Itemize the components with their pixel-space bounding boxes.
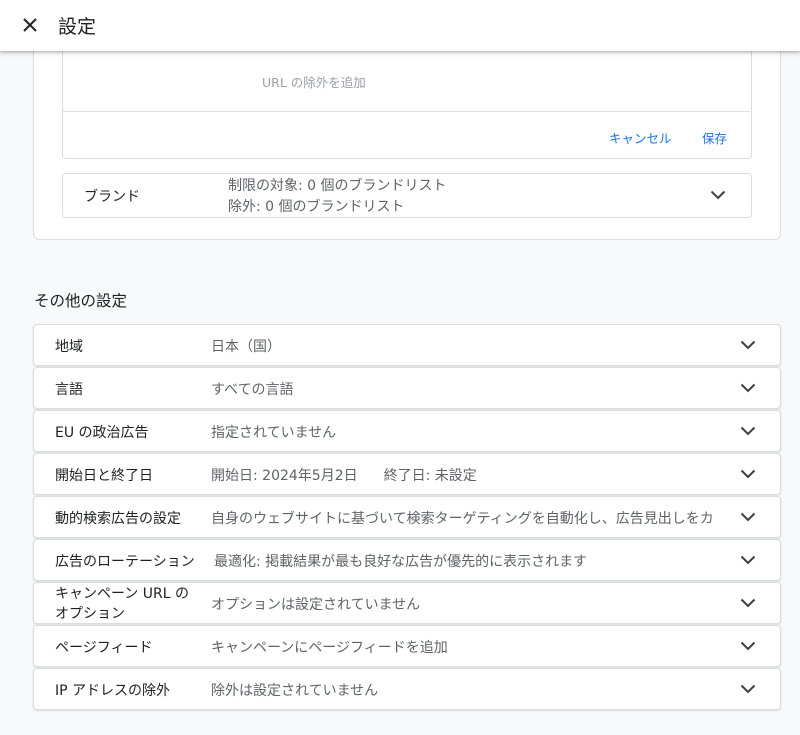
chevron-down-icon[interactable] <box>739 465 757 483</box>
chevron-down-icon[interactable] <box>739 422 757 440</box>
start-date-text: 開始日: 2024年5月2日 <box>211 468 358 484</box>
settings-row-ip-exclusion[interactable]: IP アドレスの除外 除外は設定されていません <box>33 668 781 710</box>
row-label: IP アドレスの除外 <box>55 683 171 699</box>
settings-row-ad-rotation[interactable]: 広告のローテーション 最適化: 掲載結果が最も良好な広告が優先的に表示されます <box>33 539 781 581</box>
settings-row-page-feed[interactable]: ページフィード キャンペーンにページフィードを追加 <box>33 625 781 667</box>
chevron-down-icon[interactable] <box>739 551 757 569</box>
row-label: 地域 <box>55 339 83 355</box>
page-title: 設定 <box>58 16 97 38</box>
settings-row-language[interactable]: 言語 すべての言語 <box>33 367 781 409</box>
row-value: オプションは設定されていません <box>211 597 421 613</box>
row-value: 除外は設定されていません <box>211 683 379 699</box>
row-value: 指定されていません <box>211 425 337 441</box>
settings-page: URL の除外を追加 キャンセル 保存 ブランド 制限の対象: 0 個のブランド… <box>0 0 800 735</box>
row-value: 日本（国） <box>211 339 281 355</box>
settings-row-eu-political-ads[interactable]: EU の政治広告 指定されていません <box>33 410 781 452</box>
close-icon[interactable] <box>17 12 43 38</box>
row-label: 開始日と終了日 <box>55 468 153 484</box>
cancel-button[interactable]: キャンセル <box>609 128 672 147</box>
top-bar: 設定 <box>0 0 800 51</box>
row-value: 開始日: 2024年5月2日 終了日: 未設定 <box>211 465 731 485</box>
row-value: すべての言語 <box>211 382 294 398</box>
chevron-down-icon[interactable] <box>739 594 757 612</box>
brand-exclude-text: 除外: 0 個のブランドリスト <box>228 199 405 215</box>
row-label: 広告のローテーション <box>55 554 195 570</box>
settings-row-start-end-date[interactable]: 開始日と終了日 開始日: 2024年5月2日 終了日: 未設定 <box>33 453 781 495</box>
row-value: 自身のウェブサイトに基づいて検索ターゲティングを自動化し、広告見出しをカ <box>211 511 714 527</box>
row-value: キャンペーンにページフィードを追加 <box>211 640 448 656</box>
chevron-down-icon[interactable] <box>739 508 757 526</box>
row-label: 動的検索広告の設定 <box>55 511 181 527</box>
end-date-text: 終了日: 未設定 <box>383 468 477 484</box>
save-button[interactable]: 保存 <box>702 128 727 147</box>
row-label: 言語 <box>55 382 83 398</box>
chevron-down-icon[interactable] <box>709 186 727 204</box>
row-value: 最適化: 掲載結果が最も良好な広告が優先的に表示されます <box>214 554 588 570</box>
chevron-down-icon[interactable] <box>739 336 757 354</box>
add-url-exclusion-text[interactable]: URL の除外を追加 <box>262 72 366 91</box>
chevron-down-icon[interactable] <box>739 637 757 655</box>
row-label: ページフィード <box>55 640 153 656</box>
settings-row-campaign-url-options[interactable]: キャンペーン URL の オプション オプションは設定されていません <box>33 582 781 624</box>
settings-row-dynamic-search-ads[interactable]: 動的検索広告の設定 自身のウェブサイトに基づいて検索ターゲティングを自動化し、広… <box>33 496 781 538</box>
brand-restrict-text: 制限の対象: 0 個のブランドリスト <box>228 178 447 194</box>
chevron-down-icon[interactable] <box>739 379 757 397</box>
chevron-down-icon[interactable] <box>739 680 757 698</box>
brand-label: ブランド <box>84 189 140 205</box>
divider <box>63 111 750 112</box>
other-settings-heading: その他の設定 <box>34 292 128 310</box>
row-label: EU の政治広告 <box>55 425 149 441</box>
settings-row-region[interactable]: 地域 日本（国） <box>33 324 781 366</box>
row-label: キャンペーン URL の オプション <box>55 586 189 622</box>
